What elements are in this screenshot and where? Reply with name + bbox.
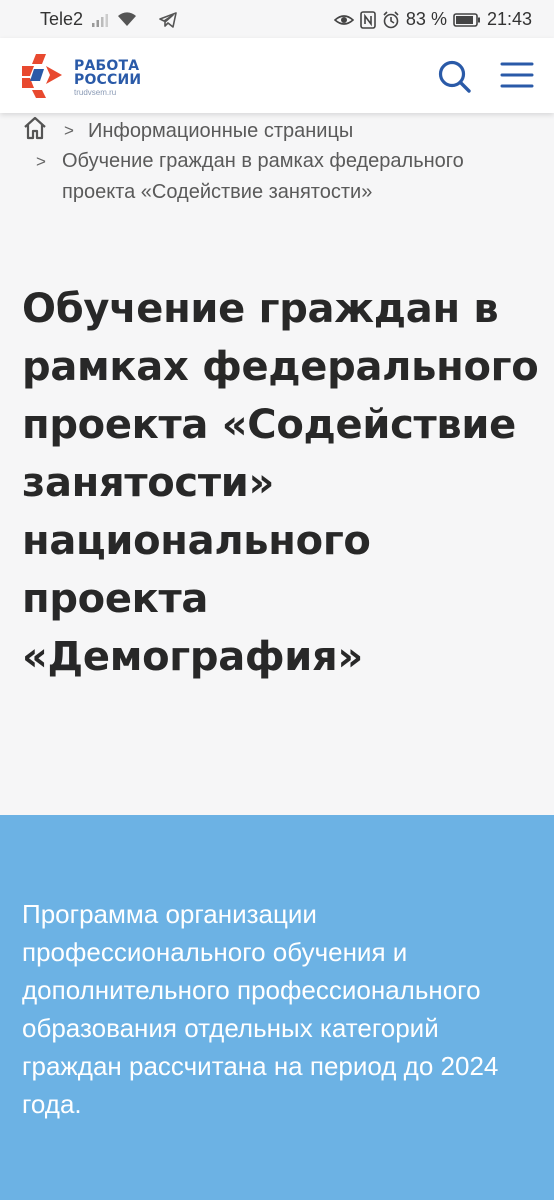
breadcrumb-separator: > (64, 121, 74, 140)
telegram-icon (159, 11, 177, 28)
logo-line-1: РАБОТА (74, 57, 140, 74)
page-title: Обучение граждан в рамках федерального п… (22, 286, 539, 680)
eye-icon (333, 12, 354, 28)
alarm-icon (382, 10, 400, 29)
wifi-icon (117, 11, 137, 28)
search-button[interactable] (436, 58, 472, 94)
breadcrumb-item-current: Обучение граждан в рамках федерального п… (62, 150, 464, 203)
status-bar: Tele2 83 % 21:43 (0, 0, 554, 38)
program-info-block: Программа организации профессионального … (0, 815, 554, 1200)
battery-percent: 83 % (405, 9, 447, 29)
home-icon (24, 116, 46, 140)
nfc-icon (360, 10, 376, 29)
program-description: Программа организации профессионального … (22, 899, 499, 1119)
status-bar-left: Tele2 (40, 9, 177, 30)
site-logo[interactable]: РАБОТА РОССИИ trudvsem.ru (22, 52, 141, 103)
menu-button[interactable] (500, 60, 534, 90)
logo-text: РАБОТА РОССИИ trudvsem.ru (74, 59, 141, 97)
hamburger-menu-icon (500, 62, 534, 88)
signal-icon (91, 12, 109, 28)
logo-mark-icon (22, 52, 68, 103)
site-header: РАБОТА РОССИИ trudvsem.ru (0, 38, 554, 113)
breadcrumb-separator: > (36, 152, 46, 171)
search-icon (438, 60, 471, 93)
breadcrumb-row: > Информационные страницы (22, 115, 353, 147)
carrier-name: Tele2 (40, 9, 84, 29)
breadcrumb-row: > Обучение граждан в рамках федерального… (36, 146, 506, 208)
logo-line-2: РОССИИ (74, 71, 142, 88)
clock: 21:43 (486, 9, 532, 29)
logo-url: trudvsem.ru (74, 87, 117, 97)
breadcrumb-home-link[interactable] (22, 115, 48, 147)
breadcrumb-item-info-pages[interactable]: Информационные страницы (88, 120, 353, 143)
battery-icon (453, 12, 481, 28)
status-bar-right: 83 % 21:43 (333, 9, 532, 30)
